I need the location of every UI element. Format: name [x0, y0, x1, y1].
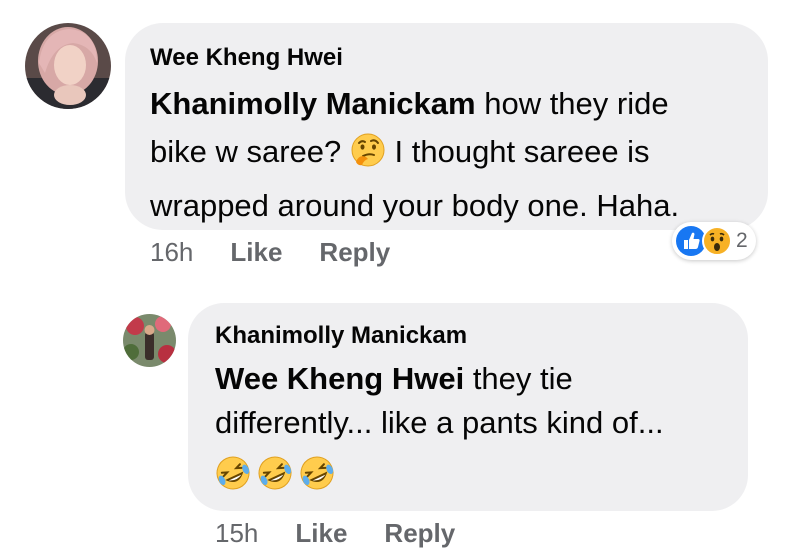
- reply-like-button[interactable]: Like: [295, 518, 347, 549]
- commenter-avatar[interactable]: [25, 23, 111, 109]
- comment-text-part: bike w saree?: [150, 134, 350, 169]
- reply-timestamp[interactable]: 15h: [215, 518, 258, 549]
- wow-reaction-icon: [702, 226, 732, 256]
- comment-line-3: wrapped around your body one. Haha.: [150, 188, 680, 223]
- comment-timestamp[interactable]: 16h: [150, 237, 193, 268]
- comment-line-2: bike w saree? I thought sareee is: [150, 128, 760, 182]
- reply-reply-button[interactable]: Reply: [384, 518, 455, 549]
- reply-text: Wee Kheng Hwei they tie differently... l…: [215, 357, 735, 445]
- reply-line-1: Wee Kheng Hwei they tie: [215, 357, 735, 401]
- comment-like-button[interactable]: Like: [230, 237, 282, 268]
- comment-text-part: I thought sareee is: [385, 134, 650, 169]
- reply-line-2: differently... like a pants kind of...: [215, 405, 664, 440]
- comment-text-part: how they ride: [475, 86, 669, 121]
- reply-avatar[interactable]: [123, 314, 176, 367]
- comment-text: Khanimolly Manickam how they ride bike w…: [150, 80, 760, 230]
- comment-reply-button[interactable]: Reply: [319, 237, 390, 268]
- reply-emoji-row: [215, 455, 335, 496]
- rolling-on-floor-laughing-icon: [215, 455, 251, 496]
- reply-text-part: they tie: [464, 361, 573, 396]
- reaction-count: 2: [736, 229, 748, 252]
- comment-mention[interactable]: Khanimolly Manickam: [150, 86, 476, 121]
- comment-thread: Wee Kheng Hwei Khanimolly Manickam how t…: [0, 0, 800, 555]
- rolling-on-floor-laughing-icon: [299, 455, 335, 496]
- reply-mention[interactable]: Wee Kheng Hwei: [215, 361, 464, 396]
- avatar-photo: [123, 314, 176, 367]
- comment-reactions[interactable]: 2: [672, 222, 756, 260]
- avatar-photo: [25, 23, 111, 109]
- thinking-face-emoji-icon: [350, 132, 386, 182]
- reply-author[interactable]: Khanimolly Manickam: [215, 322, 467, 350]
- comment-meta: 16h Like Reply: [150, 236, 390, 268]
- reply-meta: 15h Like Reply: [215, 517, 455, 549]
- comment-author[interactable]: Wee Kheng Hwei: [150, 44, 343, 72]
- comment-line-1: Khanimolly Manickam how they ride: [150, 80, 760, 128]
- rolling-on-floor-laughing-icon: [257, 455, 293, 496]
